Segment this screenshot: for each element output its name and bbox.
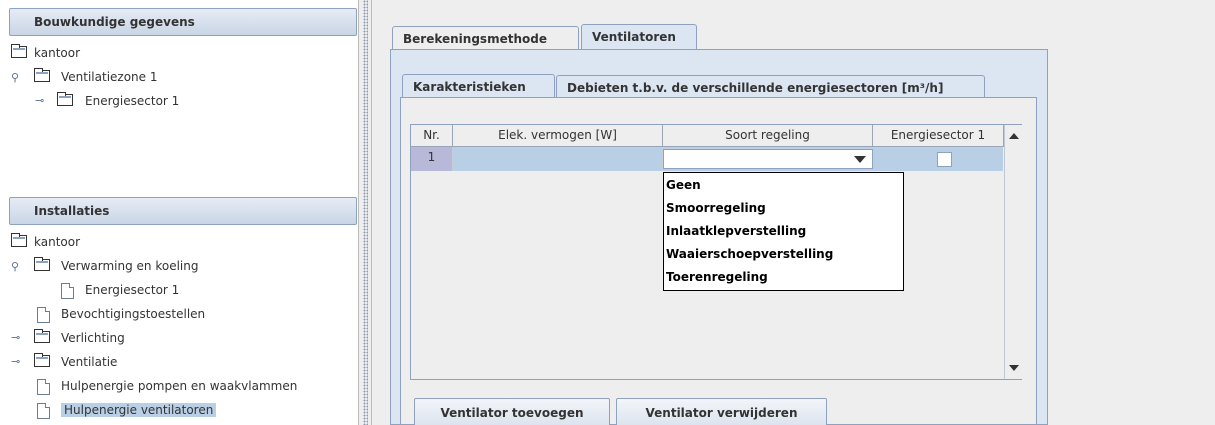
tree-label: Ventilatie xyxy=(61,355,118,369)
tree-label: kantoor xyxy=(34,235,81,249)
tree-label: Energiesector 1 xyxy=(85,283,180,297)
dropdown-option[interactable]: Waaierschoepverstelling xyxy=(666,243,833,266)
folder-icon xyxy=(34,257,50,271)
energiesector-checkbox[interactable] xyxy=(937,152,952,167)
soort-regeling-combobox[interactable] xyxy=(663,149,873,169)
tree-label: Verlichting xyxy=(61,331,125,345)
installaties-header: Installaties xyxy=(9,197,357,225)
folder-icon xyxy=(11,44,27,58)
tree-label-selected: Hulpenergie ventilatoren xyxy=(61,403,217,417)
soort-regeling-dropdown-list: Geen Smoorregeling Inlaatklepverstelling… xyxy=(663,172,904,291)
split-pane-divider[interactable] xyxy=(358,0,372,425)
tab-karakteristieken[interactable]: Karakteristieken xyxy=(402,74,555,98)
document-icon xyxy=(37,307,50,323)
document-icon xyxy=(61,283,74,299)
column-header-vermogen[interactable]: Elek. vermogen [W] xyxy=(453,125,663,147)
tree-label: kantoor xyxy=(34,46,81,60)
table-scrollbar[interactable] xyxy=(1004,125,1022,379)
expanded-handle-icon[interactable]: ⚲ xyxy=(11,260,19,273)
ventilator-verwijderen-button[interactable]: Ventilator verwijderen xyxy=(616,398,827,425)
folder-icon xyxy=(34,353,50,367)
tab-debieten[interactable]: Debieten t.b.v. de verschillende energie… xyxy=(556,75,985,98)
scroll-down-icon[interactable] xyxy=(1007,361,1021,375)
grip-dots xyxy=(363,0,368,425)
document-icon xyxy=(37,403,50,419)
collapsed-handle-icon[interactable]: ⊸ xyxy=(11,355,20,368)
bouwkundige-gegevens-header: Bouwkundige gegevens xyxy=(9,8,357,36)
folder-icon xyxy=(11,233,27,247)
collapsed-handle-icon[interactable]: ⊸ xyxy=(35,94,44,107)
tree-label: Hulpenergie pompen en waakvlammen xyxy=(61,379,298,393)
scroll-up-icon[interactable] xyxy=(1007,129,1021,143)
tree-label: Energiesector 1 xyxy=(85,94,180,108)
collapsed-handle-icon[interactable]: ⊸ xyxy=(11,331,20,344)
dropdown-option[interactable]: Toerenregeling xyxy=(666,266,768,289)
expanded-handle-icon[interactable]: ⚲ xyxy=(11,71,19,84)
tab-ventilatoren[interactable]: Ventilatoren xyxy=(581,24,697,50)
left-panel: Bouwkundige gegevens kantoor ⚲ Ventilati… xyxy=(0,0,358,425)
tree-label: Bevochtigingstoestellen xyxy=(61,307,206,321)
dropdown-option[interactable]: Geen xyxy=(666,174,701,197)
dropdown-arrow-icon[interactable] xyxy=(854,156,866,163)
document-icon xyxy=(37,379,50,395)
tab-berekeningsmethode[interactable]: Berekeningsmethode xyxy=(392,26,579,50)
column-header-nr[interactable]: Nr. xyxy=(411,125,453,147)
tree-label: Ventilatiezone 1 xyxy=(61,70,158,84)
dropdown-option[interactable]: Smoorregeling xyxy=(666,197,766,220)
dropdown-option[interactable]: Inlaatklepverstelling xyxy=(666,220,806,243)
vermogen-cell[interactable] xyxy=(453,147,663,171)
folder-icon xyxy=(34,68,50,82)
folder-icon xyxy=(57,92,73,106)
folder-icon xyxy=(34,329,50,343)
column-header-energiesector[interactable]: Energiesector 1 xyxy=(873,125,1004,147)
ventilator-toevoegen-button[interactable]: Ventilator toevoegen xyxy=(414,398,610,425)
row-number-cell[interactable]: 1 xyxy=(411,147,453,171)
tree-label: Verwarming en koeling xyxy=(61,259,199,273)
column-header-regeling[interactable]: Soort regeling xyxy=(663,125,873,147)
